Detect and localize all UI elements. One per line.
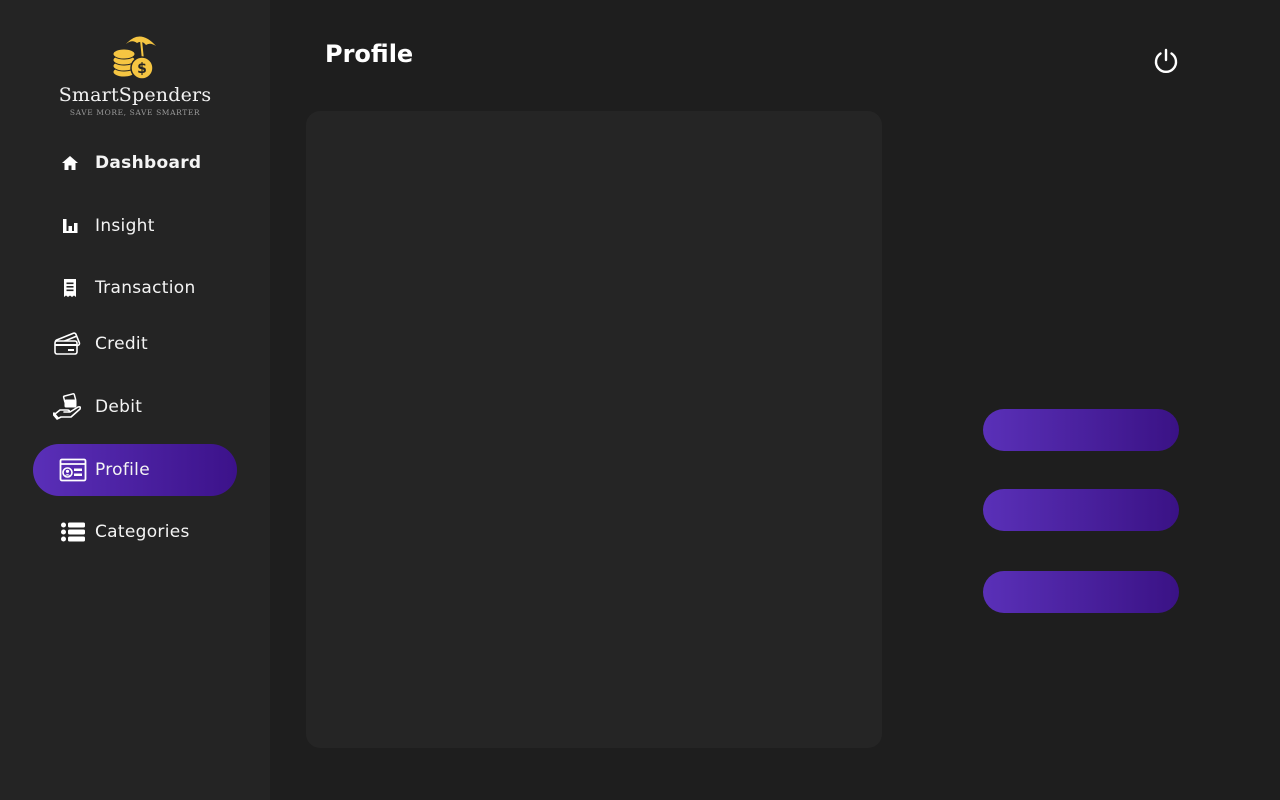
sidebar-item-dashboard[interactable]: Dashboard <box>33 137 237 189</box>
profile-card <box>306 111 882 748</box>
brand-tagline: SAVE MORE, SAVE SMARTER <box>69 108 201 117</box>
sidebar-item-label: Categories <box>95 522 190 542</box>
page-title: Profile <box>325 40 414 68</box>
sidebar-item-credit[interactable]: Credit <box>33 318 237 370</box>
sidebar: $ SmartSpenders SAVE MORE, SAVE SMARTER … <box>0 0 270 800</box>
umbrella-coins-icon: $ <box>112 36 156 80</box>
sidebar-item-label: Transaction <box>95 278 196 298</box>
sidebar-item-debit[interactable]: Debit <box>33 381 237 433</box>
sidebar-item-profile[interactable]: Profile <box>33 444 237 496</box>
sidebar-item-label: Insight <box>95 216 155 236</box>
svg-text:$: $ <box>137 61 147 77</box>
list-icon <box>58 517 88 547</box>
sidebar-item-label: Dashboard <box>95 153 202 173</box>
hand-card-icon <box>53 392 83 422</box>
profile-action-button-2[interactable] <box>983 489 1179 531</box>
receipt-icon <box>55 273 85 303</box>
sidebar-item-categories[interactable]: Categories <box>33 506 237 558</box>
sidebar-item-transaction[interactable]: Transaction <box>33 262 237 314</box>
brand-logo[interactable]: $ SmartSpenders SAVE MORE, SAVE SMARTER <box>0 30 270 117</box>
brand-name: SmartSpenders <box>58 84 212 106</box>
profile-action-button-3[interactable] <box>983 571 1179 613</box>
sidebar-item-label: Credit <box>95 334 148 354</box>
sidebar-item-label: Profile <box>95 460 150 480</box>
power-icon <box>1154 48 1178 74</box>
bar-chart-icon <box>55 211 85 241</box>
profile-card-icon <box>58 455 88 485</box>
home-icon <box>55 148 85 178</box>
sidebar-item-insight[interactable]: Insight <box>33 200 237 252</box>
profile-action-button-1[interactable] <box>983 409 1179 451</box>
logout-button[interactable] <box>1150 45 1182 77</box>
sidebar-item-label: Debit <box>95 397 143 417</box>
credit-card-icon <box>53 329 83 359</box>
